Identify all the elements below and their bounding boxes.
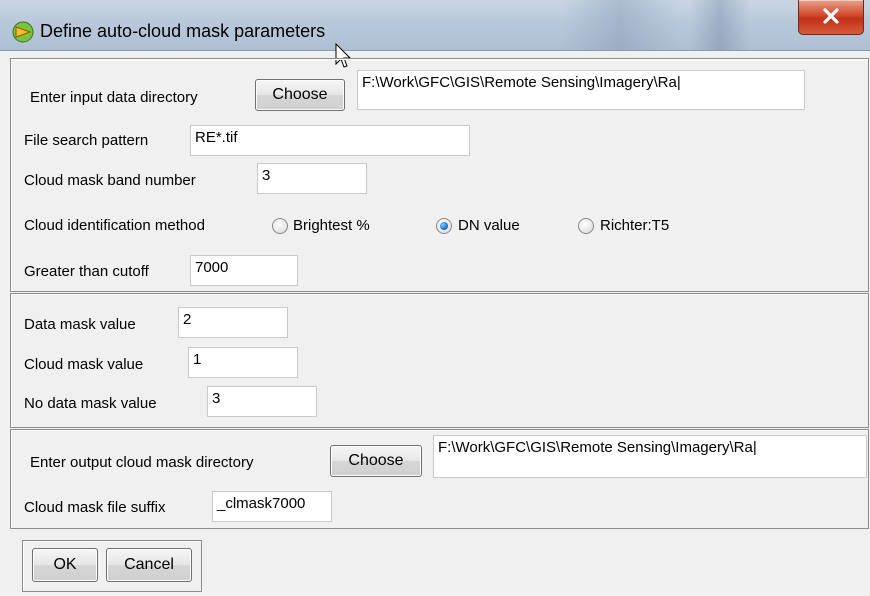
output-dir-field[interactable]: F:\Work\GFC\GIS\Remote Sensing\Imagery\R… — [433, 435, 867, 478]
radio-brightest-label: Brightest % — [293, 217, 370, 234]
data-mask-label: Data mask value — [24, 316, 136, 333]
nodata-mask-field[interactable]: 3 — [207, 386, 317, 417]
cancel-button[interactable]: Cancel — [106, 548, 192, 582]
title-bar: Define auto-cloud mask parameters — [0, 0, 870, 51]
method-label: Cloud identification method — [24, 217, 205, 234]
pattern-label: File search pattern — [24, 132, 149, 149]
band-label: Cloud mask band number — [24, 172, 196, 189]
pattern-field[interactable]: RE*.tif — [190, 125, 470, 156]
cloud-mask-label: Cloud mask value — [24, 356, 144, 373]
input-dir-label: Enter input data directory — [30, 89, 198, 106]
radio-richter-label: Richter:T5 — [600, 217, 670, 234]
data-mask-field[interactable]: 2 — [178, 307, 288, 338]
ok-button[interactable]: OK — [32, 548, 98, 582]
input-dir-field[interactable]: F:\Work\GFC\GIS\Remote Sensing\Imagery\R… — [357, 70, 805, 110]
band-field[interactable]: 3 — [257, 163, 367, 194]
window-title: Define auto-cloud mask parameters — [40, 21, 326, 41]
cloud-mask-field[interactable]: 1 — [188, 347, 298, 378]
nodata-mask-label: No data mask value — [24, 395, 157, 412]
output-dir-label: Enter output cloud mask directory — [30, 454, 254, 471]
cutoff-field[interactable]: 7000 — [190, 255, 298, 286]
close-button[interactable] — [798, 0, 864, 35]
close-icon — [823, 8, 839, 24]
suffix-field[interactable]: _clmask7000 — [212, 491, 332, 522]
output-choose-button[interactable]: Choose — [330, 445, 422, 477]
suffix-label: Cloud mask file suffix — [24, 499, 166, 516]
app-icon — [12, 21, 34, 43]
radio-dn-value[interactable] — [436, 218, 452, 234]
cutoff-label: Greater than cutoff — [24, 263, 149, 280]
radio-richter[interactable] — [578, 218, 594, 234]
radio-brightest[interactable] — [272, 218, 288, 234]
radio-dn-value-label: DN value — [458, 217, 520, 234]
input-choose-button[interactable]: Choose — [255, 79, 345, 111]
